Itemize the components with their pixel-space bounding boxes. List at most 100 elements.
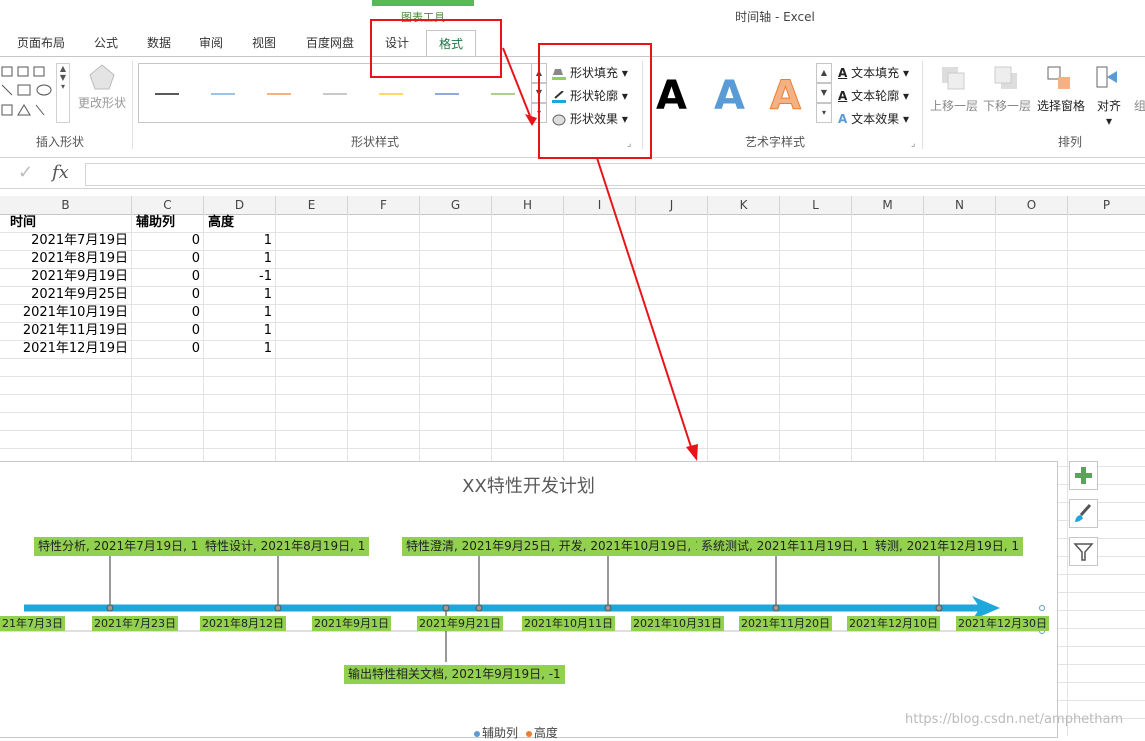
data-label[interactable]: 特性设计, 2021年8月19日, 1 xyxy=(201,537,370,556)
helper-cell[interactable]: 0 xyxy=(132,232,200,250)
shape-style-swatch[interactable] xyxy=(323,93,347,95)
text-fill-label: 文本填充 xyxy=(851,66,900,80)
shape-style-swatch[interactable] xyxy=(435,93,459,95)
tab-view[interactable]: 视图 xyxy=(240,30,288,56)
enter-check-icon[interactable]: ✓ xyxy=(18,162,33,183)
dialog-launcher-icon[interactable]: ⌟ xyxy=(911,139,915,149)
tab-review[interactable]: 审阅 xyxy=(188,30,234,56)
text-effects-button[interactable]: A 文本效果 ▾ xyxy=(838,109,909,129)
header-cell-height[interactable]: 高度 xyxy=(208,214,234,232)
group-button[interactable]: 组 xyxy=(1134,97,1145,114)
data-point[interactable] xyxy=(604,604,612,612)
data-label[interactable]: 转测, 2021年12月19日, 1 xyxy=(871,537,1023,556)
chart-plot-area xyxy=(0,556,1045,662)
send-backward-icon xyxy=(994,66,1017,89)
column-header[interactable]: N xyxy=(924,196,996,215)
wordart-scroll-down[interactable]: ▼ xyxy=(816,83,832,103)
date-cell[interactable]: 2021年11月19日 xyxy=(0,322,128,340)
column-header[interactable]: L xyxy=(780,196,852,215)
column-header[interactable]: B xyxy=(0,196,132,215)
column-header[interactable]: E xyxy=(276,196,348,215)
height-cell[interactable]: 1 xyxy=(204,250,272,268)
wordart-style-black[interactable]: A xyxy=(656,73,687,119)
shape-style-swatch[interactable] xyxy=(267,93,291,95)
axis-tick-label: 2021年9月1日 xyxy=(312,616,391,631)
shape-gallery-scroll[interactable]: ▲ ▼ ▾ xyxy=(56,63,70,123)
column-header[interactable]: P xyxy=(1068,196,1145,215)
date-cell[interactable]: 2021年7月19日 xyxy=(0,232,128,250)
helper-cell[interactable]: 0 xyxy=(132,250,200,268)
selection-pane-button[interactable]: 选择窗格 xyxy=(1035,97,1087,114)
data-point[interactable] xyxy=(442,604,450,612)
date-cell[interactable]: 2021年9月19日 xyxy=(0,268,128,286)
date-cell[interactable]: 2021年10月19日 xyxy=(0,304,128,322)
data-label[interactable]: 输出特性相关文档, 2021年9月19日, -1 xyxy=(344,665,565,684)
column-header[interactable]: M xyxy=(852,196,924,215)
tab-page-layout[interactable]: 页面布局 xyxy=(8,30,74,56)
column-header[interactable]: I xyxy=(564,196,636,215)
tab-data[interactable]: 数据 xyxy=(136,30,182,56)
header-cell-time[interactable]: 时间 xyxy=(10,214,36,232)
align-button[interactable]: 对齐 ▾ xyxy=(1092,97,1126,128)
height-cell[interactable]: 1 xyxy=(204,232,272,250)
shape-style-swatch[interactable] xyxy=(155,93,179,95)
column-header[interactable]: F xyxy=(348,196,420,215)
wordart-scroll-up[interactable]: ▲ xyxy=(816,63,832,83)
selection-handle[interactable] xyxy=(1039,605,1045,611)
legend-item[interactable]: 高度 xyxy=(534,726,558,740)
helper-cell[interactable]: 0 xyxy=(132,268,200,286)
send-backward-button[interactable]: 下移一层 xyxy=(981,97,1033,114)
column-header[interactable]: C xyxy=(132,196,204,215)
data-label[interactable]: 特性分析, 2021年7月19日, 1 xyxy=(34,537,203,556)
text-fill-button[interactable]: A 文本填充 ▾ xyxy=(838,63,909,83)
legend-item[interactable]: 辅助列 xyxy=(482,726,518,740)
plus-icon xyxy=(1075,467,1092,484)
shape-style-swatch[interactable] xyxy=(211,93,235,95)
height-cell[interactable]: 1 xyxy=(204,286,272,304)
tab-baidu-netdisk[interactable]: 百度网盘 xyxy=(296,30,364,56)
chart-legend[interactable]: 辅助列 高度 xyxy=(474,724,558,741)
helper-cell[interactable]: 0 xyxy=(132,322,200,340)
column-header[interactable]: O xyxy=(996,196,1068,215)
data-point[interactable] xyxy=(475,604,483,612)
group-label-wordart: 艺术字样式 xyxy=(744,135,805,149)
height-cell[interactable]: 1 xyxy=(204,340,272,358)
shape-style-swatch[interactable] xyxy=(491,93,515,95)
column-header[interactable]: G xyxy=(420,196,492,215)
formula-input[interactable] xyxy=(85,163,1145,186)
text-outline-button[interactable]: A 文本轮廓 ▾ xyxy=(838,86,909,106)
text-effects-icon: A xyxy=(838,112,848,126)
change-shape-button[interactable]: 更改形状 xyxy=(78,63,126,123)
helper-cell[interactable]: 0 xyxy=(132,340,200,358)
wordart-more[interactable]: ▾ xyxy=(816,103,832,123)
date-cell[interactable]: 2021年8月19日 xyxy=(0,250,128,268)
helper-cell[interactable]: 0 xyxy=(132,286,200,304)
data-point[interactable] xyxy=(772,604,780,612)
date-cell[interactable]: 2021年12月19日 xyxy=(0,340,128,358)
height-cell[interactable]: 1 xyxy=(204,322,272,340)
data-point[interactable] xyxy=(106,604,114,612)
timeline-chart[interactable]: XX特性开发计划 特性分析, 2021年7月19日, 1 特性设计, 2021年… xyxy=(0,461,1058,741)
data-label[interactable]: 特性澄清, 2021年9月25日, 开发, 2021年10月19日, 1 xyxy=(402,537,707,556)
data-point[interactable] xyxy=(274,604,282,612)
column-header[interactable]: D xyxy=(204,196,276,215)
height-cell[interactable]: 1 xyxy=(204,304,272,322)
data-point[interactable] xyxy=(935,604,943,612)
chart-filters-button[interactable] xyxy=(1069,537,1098,566)
column-header[interactable]: J xyxy=(636,196,708,215)
column-header[interactable]: H xyxy=(492,196,564,215)
helper-cell[interactable]: 0 xyxy=(132,304,200,322)
column-header[interactable]: K xyxy=(708,196,780,215)
wordart-style-orange[interactable]: A xyxy=(770,73,802,120)
shape-style-swatch[interactable] xyxy=(379,93,403,95)
wordart-style-blue[interactable]: A xyxy=(714,73,745,119)
date-cell[interactable]: 2021年9月25日 xyxy=(0,286,128,304)
chart-styles-button[interactable] xyxy=(1069,499,1098,528)
tab-formulas[interactable]: 公式 xyxy=(82,30,130,56)
bring-forward-button[interactable]: 上移一层 xyxy=(928,97,980,114)
chart-elements-button[interactable] xyxy=(1069,461,1098,490)
data-label[interactable]: 系统测试, 2021年11月19日, 1 xyxy=(697,537,873,556)
insert-function-icon[interactable]: fx xyxy=(52,162,69,183)
height-cell[interactable]: -1 xyxy=(204,268,272,286)
header-cell-helper[interactable]: 辅助列 xyxy=(136,214,175,232)
